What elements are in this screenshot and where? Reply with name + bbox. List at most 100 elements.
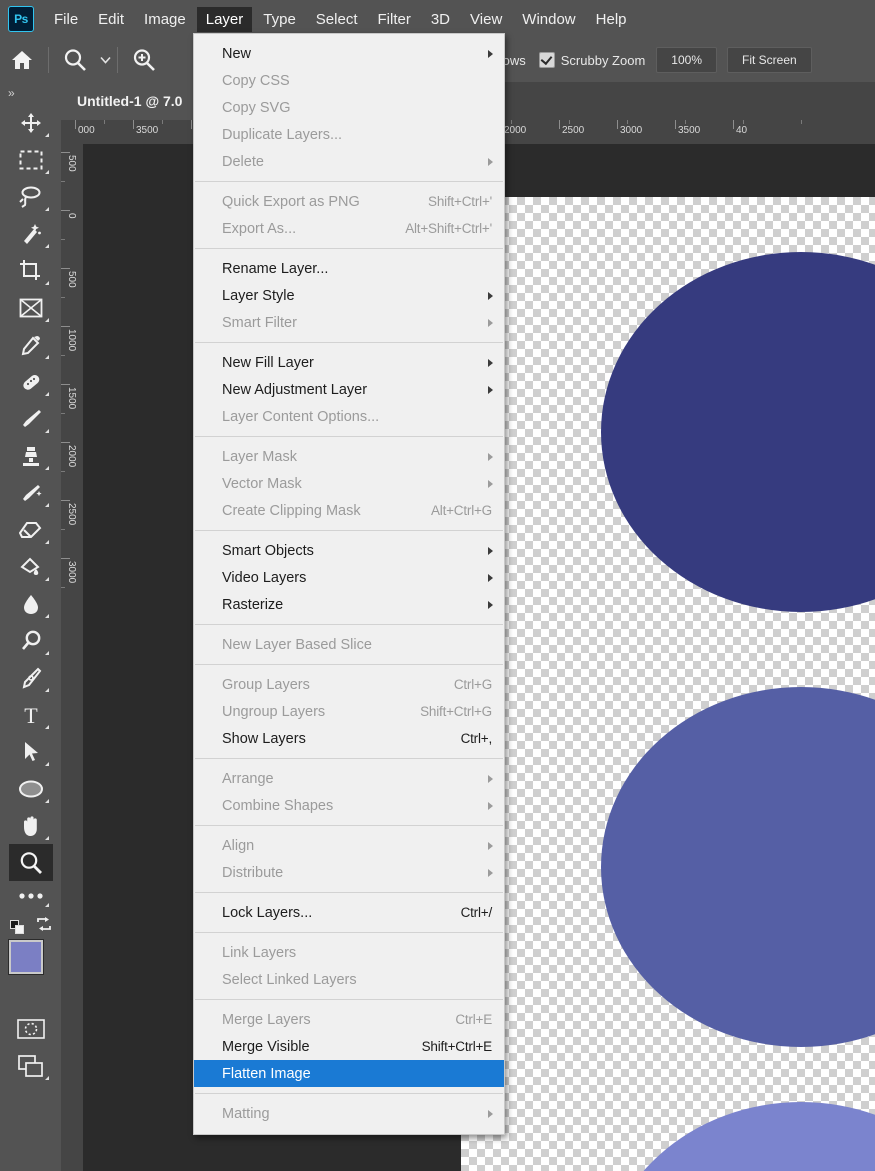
menu-separator <box>195 436 503 437</box>
menu-filter[interactable]: Filter <box>369 7 420 32</box>
gradient-tool[interactable] <box>9 548 53 585</box>
menu-item-label: Smart Filter <box>222 314 297 331</box>
menu-separator <box>195 624 503 625</box>
object-selection-tool[interactable] <box>9 215 53 252</box>
menu-item-rasterize[interactable]: Rasterize <box>194 591 504 618</box>
lasso-tool[interactable] <box>9 178 53 215</box>
menu-item-duplicate-layers: Duplicate Layers... <box>194 121 504 148</box>
clone-stamp-tool[interactable] <box>9 437 53 474</box>
swap-colors-icon[interactable] <box>36 917 52 936</box>
ruler-tick-minor <box>685 120 686 124</box>
menu-item-delete: Delete <box>194 148 504 175</box>
ellipse-tool[interactable] <box>9 770 53 807</box>
menu-item-new-adjustment-layer[interactable]: New Adjustment Layer <box>194 376 504 403</box>
type-tool[interactable]: T <box>9 696 53 733</box>
ruler-tick-minor <box>801 120 802 124</box>
document-tab[interactable]: Untitled-1 @ 7.0 <box>61 82 199 120</box>
photoshop-logo-icon: Ps <box>8 6 34 32</box>
menu-item-new-fill-layer[interactable]: New Fill Layer <box>194 349 504 376</box>
menu-window[interactable]: Window <box>513 7 584 32</box>
menu-separator <box>195 1093 503 1094</box>
hand-tool[interactable] <box>9 807 53 844</box>
checkbox-icon[interactable] <box>538 52 555 68</box>
menu-item-merge-visible[interactable]: Merge Visible Shift+Ctrl+E <box>194 1033 504 1060</box>
eraser-tool[interactable] <box>9 511 53 548</box>
menu-edit[interactable]: Edit <box>89 7 133 32</box>
path-selection-tool[interactable] <box>9 733 53 770</box>
menu-item-smart-objects[interactable]: Smart Objects <box>194 537 504 564</box>
tool-group-indicator-icon <box>44 799 49 803</box>
zoom-tool[interactable] <box>8 844 53 881</box>
blur-tool[interactable] <box>9 585 53 622</box>
menu-layer[interactable]: Layer <box>196 6 253 32</box>
menu-help[interactable]: Help <box>587 7 636 32</box>
zoom-100-button[interactable]: 100% <box>656 47 717 73</box>
scrubby-zoom-checkbox[interactable]: Scrubby Zoom <box>533 52 652 68</box>
edit-toolbar-button[interactable] <box>9 881 53 911</box>
eyedropper-tool[interactable] <box>9 326 53 363</box>
tool-group-indicator-icon <box>44 429 49 433</box>
frame-tool[interactable] <box>9 289 53 326</box>
brush-tool[interactable] <box>9 400 53 437</box>
menu-item-copy-css: Copy CSS <box>194 67 504 94</box>
menu-item-label: New Fill Layer <box>222 354 314 371</box>
ruler-tick-minor <box>61 413 65 414</box>
quick-mask-toggle[interactable] <box>9 1010 53 1047</box>
artboard[interactable] <box>461 197 875 1171</box>
rectangular-marquee-tool[interactable] <box>9 141 53 178</box>
screen-mode-button[interactable] <box>9 1047 53 1084</box>
foreground-color-swatch[interactable] <box>8 940 43 974</box>
menu-type[interactable]: Type <box>254 7 305 32</box>
menu-item-merge-layers: Merge Layers Ctrl+E <box>194 1006 504 1033</box>
menu-3d[interactable]: 3D <box>422 7 459 32</box>
menu-item-new[interactable]: New <box>194 40 504 67</box>
menu-separator <box>195 530 503 531</box>
layer-menu-dropdown[interactable]: New Copy CSS Copy SVG Duplicate Layers... De… <box>193 33 505 1135</box>
menu-separator <box>195 932 503 933</box>
ruler-tick <box>61 558 70 559</box>
fit-screen-button[interactable]: Fit Screen <box>727 47 812 73</box>
history-brush-tool[interactable] <box>9 474 53 511</box>
ellipse-shape-2[interactable] <box>601 687 875 1047</box>
chevron-down-icon[interactable] <box>97 38 113 82</box>
menu-item-label: Show Layers <box>222 730 306 747</box>
ruler-tick-minor <box>104 120 105 124</box>
menu-item-quick-export-as-png: Quick Export as PNG Shift+Ctrl+' <box>194 188 504 215</box>
menu-item-label: Quick Export as PNG <box>222 193 360 210</box>
menu-item-lock-layers[interactable]: Lock Layers... Ctrl+/ <box>194 899 504 926</box>
tools-panel: » T <box>0 82 62 1171</box>
menu-item-link-layers: Link Layers <box>194 939 504 966</box>
zoom-magnifier-icon[interactable] <box>53 38 97 82</box>
home-icon[interactable] <box>0 38 44 82</box>
healing-brush-tool[interactable] <box>9 363 53 400</box>
menu-item-show-layers[interactable]: Show Layers Ctrl+, <box>194 725 504 752</box>
ruler-label: 1000 <box>66 329 77 352</box>
menu-item-video-layers[interactable]: Video Layers <box>194 564 504 591</box>
menu-file[interactable]: File <box>45 7 87 32</box>
pen-tool[interactable] <box>9 659 53 696</box>
submenu-arrow-icon <box>488 358 493 367</box>
ellipse-shape-3[interactable] <box>601 1102 875 1171</box>
submenu-arrow-icon <box>488 49 493 58</box>
menu-item-label: Layer Content Options... <box>222 408 380 425</box>
default-colors-icon[interactable] <box>9 919 24 934</box>
menu-select[interactable]: Select <box>307 7 367 32</box>
ellipse-shape-1[interactable] <box>601 252 875 612</box>
menu-item-label: Vector Mask <box>222 475 302 492</box>
menu-separator <box>195 248 503 249</box>
menu-item-copy-svg: Copy SVG <box>194 94 504 121</box>
crop-tool[interactable] <box>9 252 53 289</box>
dodge-tool[interactable] <box>9 622 53 659</box>
collapse-panel-button[interactable]: » <box>0 82 61 104</box>
menu-item-rename-layer[interactable]: Rename Layer... <box>194 255 504 282</box>
move-tool[interactable] <box>9 104 53 141</box>
menu-item-flatten-image[interactable]: Flatten Image <box>194 1060 504 1087</box>
ruler-tick <box>61 210 70 211</box>
zoom-in-icon[interactable] <box>122 38 166 82</box>
menu-item-distribute: Distribute <box>194 859 504 886</box>
menu-image[interactable]: Image <box>135 7 195 32</box>
ruler-label: 2000 <box>66 445 77 468</box>
menu-view[interactable]: View <box>461 7 511 32</box>
menu-item-shortcut: Alt+Shift+Ctrl+' <box>405 221 492 236</box>
menu-item-layer-style[interactable]: Layer Style <box>194 282 504 309</box>
